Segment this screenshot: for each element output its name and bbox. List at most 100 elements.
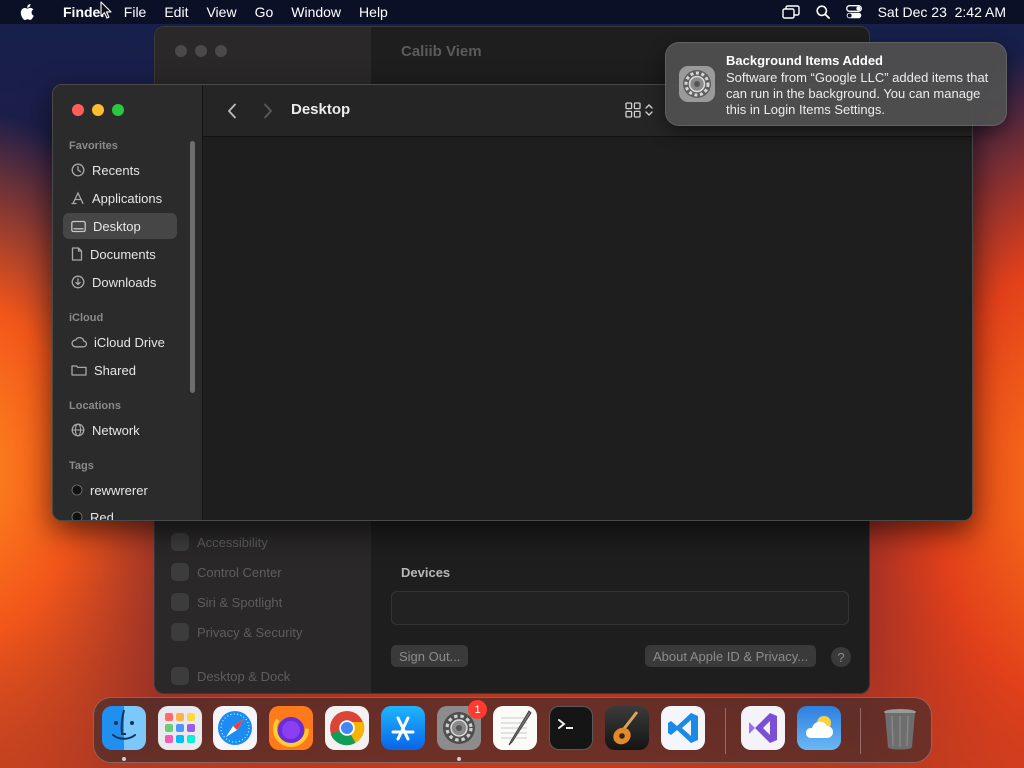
control-center-icon[interactable] (845, 5, 862, 19)
sidebar-item-label: Network (92, 422, 140, 438)
settings-minimize-button[interactable] (195, 45, 207, 57)
menu-help[interactable]: Help (350, 4, 397, 20)
dock-trash[interactable] (878, 706, 922, 750)
sidebar-item-recents[interactable]: Recents (63, 157, 177, 183)
spotlight-search-icon[interactable] (815, 5, 830, 19)
dock-visual-studio[interactable] (741, 706, 785, 750)
notification-badge: 1 (468, 700, 487, 719)
dock-launchpad[interactable] (158, 706, 202, 750)
sidebar-item-label: Downloads (92, 274, 157, 290)
sidebar-item-label: Desktop & Dock (197, 668, 291, 684)
settings-sidebar-item-accessibility[interactable]: Accessibility (171, 527, 302, 557)
notification-title: Background Items Added (726, 53, 883, 68)
siri-icon (171, 593, 189, 611)
firefox-icon (273, 711, 309, 747)
close-button[interactable] (72, 104, 84, 116)
sidebar-item-icloud-drive[interactable]: iCloud Drive (63, 329, 177, 355)
sidebar-tag-red[interactable]: Red (63, 504, 177, 520)
sidebar-item-downloads[interactable]: Downloads (63, 269, 177, 295)
terminal-prompt-icon (558, 719, 573, 729)
dock-vscode[interactable] (661, 706, 705, 750)
sidebar-item-documents[interactable]: Documents (63, 241, 177, 267)
dock-finder[interactable] (102, 706, 146, 750)
globe-icon (71, 423, 85, 437)
folder-title: Desktop (291, 101, 351, 118)
menu-go[interactable]: Go (246, 4, 283, 20)
sign-out-button[interactable]: Sign Out... (391, 645, 469, 667)
sidebar-item-label: Desktop (93, 218, 141, 234)
weather-cloud-sun-icon (805, 716, 833, 738)
sidebar-item-label: Siri & Spotlight (197, 594, 283, 610)
system-settings-gear-icon (679, 66, 715, 102)
finder-window-controls (72, 104, 124, 116)
background-items-notification[interactable]: Background Items Added Software from “Go… (665, 42, 1007, 126)
dock-terminal[interactable] (549, 706, 593, 750)
apple-menu-icon[interactable] (0, 4, 54, 20)
dock-system-settings[interactable]: 1 (437, 700, 487, 750)
dock-chrome[interactable] (325, 706, 369, 750)
sidebar-item-label: Recents (92, 162, 140, 178)
tag-dot-icon (71, 484, 83, 496)
vscode-icon (668, 713, 698, 743)
settings-close-button[interactable] (175, 45, 187, 57)
menu-view[interactable]: View (197, 4, 245, 20)
dock-weather[interactable] (797, 706, 841, 750)
sidebar-item-label: Shared (94, 362, 136, 378)
about-apple-id-button[interactable]: About Apple ID & Privacy... (645, 645, 817, 667)
sidebar-item-label: Documents (90, 246, 156, 262)
icloud-heading: iCloud (69, 312, 104, 324)
favorites-heading: Favorites (69, 140, 118, 152)
forward-chevron-icon[interactable] (263, 103, 273, 124)
privacy-hand-icon (171, 623, 189, 641)
dock-garageband[interactable] (605, 706, 649, 750)
settings-sidebar-item-control-center[interactable]: Control Center (171, 557, 302, 587)
dock: 1 (93, 697, 932, 763)
devices-heading: Devices (401, 565, 451, 580)
guitar-icon (613, 711, 639, 745)
applications-icon (71, 191, 84, 205)
sidebar-tag-rewwrerer[interactable]: rewwrerer (63, 477, 177, 503)
sidebar-scrollbar[interactable] (190, 141, 195, 393)
locations-heading: Locations (69, 400, 121, 412)
sidebar-item-shared[interactable]: Shared (63, 357, 177, 383)
chrome-icon (330, 711, 365, 746)
tags-heading: Tags (69, 460, 94, 472)
download-icon (71, 275, 85, 289)
shared-folder-icon (71, 365, 87, 376)
dock-safari[interactable] (213, 706, 257, 750)
sidebar-item-applications[interactable]: Applications (63, 185, 177, 211)
finder-sidebar: Favorites Recents Applications Desktop D… (53, 85, 203, 520)
menu-edit[interactable]: Edit (155, 4, 197, 20)
settings-zoom-button[interactable] (215, 45, 227, 57)
icon-grid-icon (625, 102, 641, 118)
finder-content-area[interactable] (203, 137, 972, 520)
settings-sidebar-item-privacy[interactable]: Privacy & Security (171, 617, 302, 647)
sidebar-item-network[interactable]: Network (63, 417, 177, 443)
settings-sidebar-item-desktop-dock[interactable]: Desktop & Dock (171, 661, 302, 691)
help-button[interactable]: ? (831, 647, 851, 667)
dock-firefox[interactable] (269, 706, 313, 750)
chevron-up-down-icon (645, 104, 653, 116)
view-mode-toggle[interactable] (625, 102, 653, 118)
notification-body: Software from “Google LLC” added items t… (726, 70, 989, 117)
menu-window[interactable]: Window (282, 4, 350, 20)
finder-window: Favorites Recents Applications Desktop D… (52, 84, 973, 521)
back-chevron-icon[interactable] (227, 103, 237, 124)
screen-mirroring-icon[interactable] (781, 5, 800, 19)
dock-app-store[interactable] (381, 706, 425, 750)
app-store-icon (391, 716, 415, 741)
menu-file[interactable]: File (115, 4, 156, 20)
settings-window-title: Caliib Viem (401, 43, 482, 60)
minimize-button[interactable] (92, 104, 104, 116)
menu-clock[interactable]: Sat Dec 23 2:42 AM (878, 4, 1006, 20)
zoom-button[interactable] (112, 104, 124, 116)
sidebar-item-desktop[interactable]: Desktop (63, 213, 177, 239)
running-indicator (122, 757, 126, 761)
settings-sidebar-list: Accessibility Control Center Siri & Spot… (171, 527, 302, 691)
cloud-icon (71, 336, 87, 348)
settings-sidebar-item-siri[interactable]: Siri & Spotlight (171, 587, 302, 617)
settings-window-controls (175, 45, 227, 57)
dock-textedit[interactable] (493, 706, 537, 750)
devices-list (391, 591, 849, 625)
document-icon (71, 247, 83, 261)
